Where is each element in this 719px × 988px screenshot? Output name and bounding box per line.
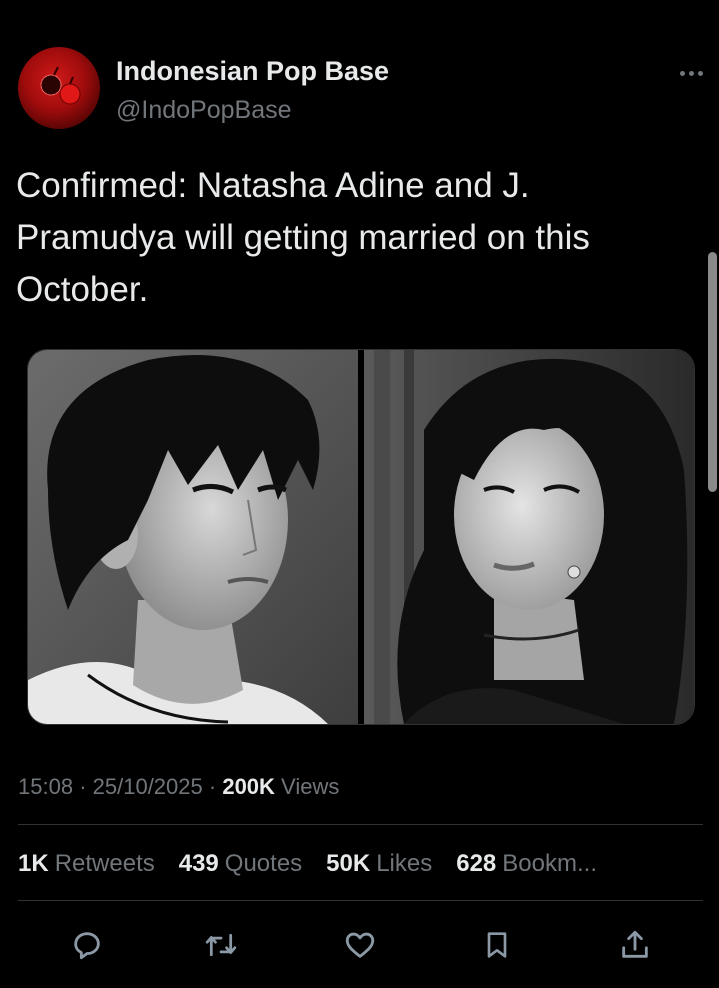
like-icon[interactable] (338, 923, 382, 967)
tweet-text: Confirmed: Natasha Adine and J. Pramudya… (16, 166, 590, 309)
red-fruit-logo-icon (40, 66, 81, 105)
stat-likes[interactable]: 50K Likes (326, 850, 432, 878)
avatar[interactable] (18, 47, 100, 129)
share-icon[interactable] (613, 923, 657, 967)
author-handle[interactable]: @IndoPopBase (116, 96, 292, 125)
more-options-icon[interactable] (678, 62, 706, 86)
man-portrait-photo (28, 350, 358, 724)
media-photo-left[interactable] (28, 350, 358, 724)
tweet-media[interactable] (27, 349, 695, 725)
woman-portrait-photo (364, 350, 694, 724)
separator: · (208, 774, 217, 799)
stat-value: 628 (456, 850, 497, 877)
stat-label: Quotes (224, 850, 303, 877)
stat-label: Bookm... (502, 850, 597, 877)
bookmark-icon[interactable] (475, 923, 519, 967)
stat-value: 1K (18, 850, 49, 877)
author-display-name[interactable]: Indonesian Pop Base (116, 56, 389, 87)
action-bar (0, 915, 719, 971)
separator: · (79, 774, 87, 799)
stat-label: Likes (376, 850, 433, 877)
stat-retweets[interactable]: 1K Retweets (18, 850, 155, 878)
reply-icon[interactable] (65, 923, 109, 967)
tweet-date[interactable]: 25/10/2025 (93, 774, 203, 799)
tweet-meta: 15:08 · 25/10/2025 · 200K Views (18, 774, 339, 800)
stat-label: Retweets (54, 850, 155, 877)
tweet-time[interactable]: 15:08 (18, 774, 73, 799)
engagement-stats: 1K Retweets 439 Quotes 50K Likes 628 Bookm..… (18, 850, 708, 878)
divider (18, 824, 703, 825)
views-count: 200K (222, 774, 275, 799)
media-photo-right[interactable] (364, 350, 694, 724)
stat-value: 439 (178, 850, 219, 877)
stat-bookmarks[interactable]: 628 Bookm... (456, 850, 597, 878)
stat-quotes[interactable]: 439 Quotes (179, 850, 302, 878)
views-label: Views (281, 774, 340, 799)
divider (18, 900, 703, 901)
retweet-icon[interactable] (199, 923, 243, 967)
stat-value: 50K (326, 850, 371, 877)
scrollbar[interactable] (708, 252, 717, 492)
